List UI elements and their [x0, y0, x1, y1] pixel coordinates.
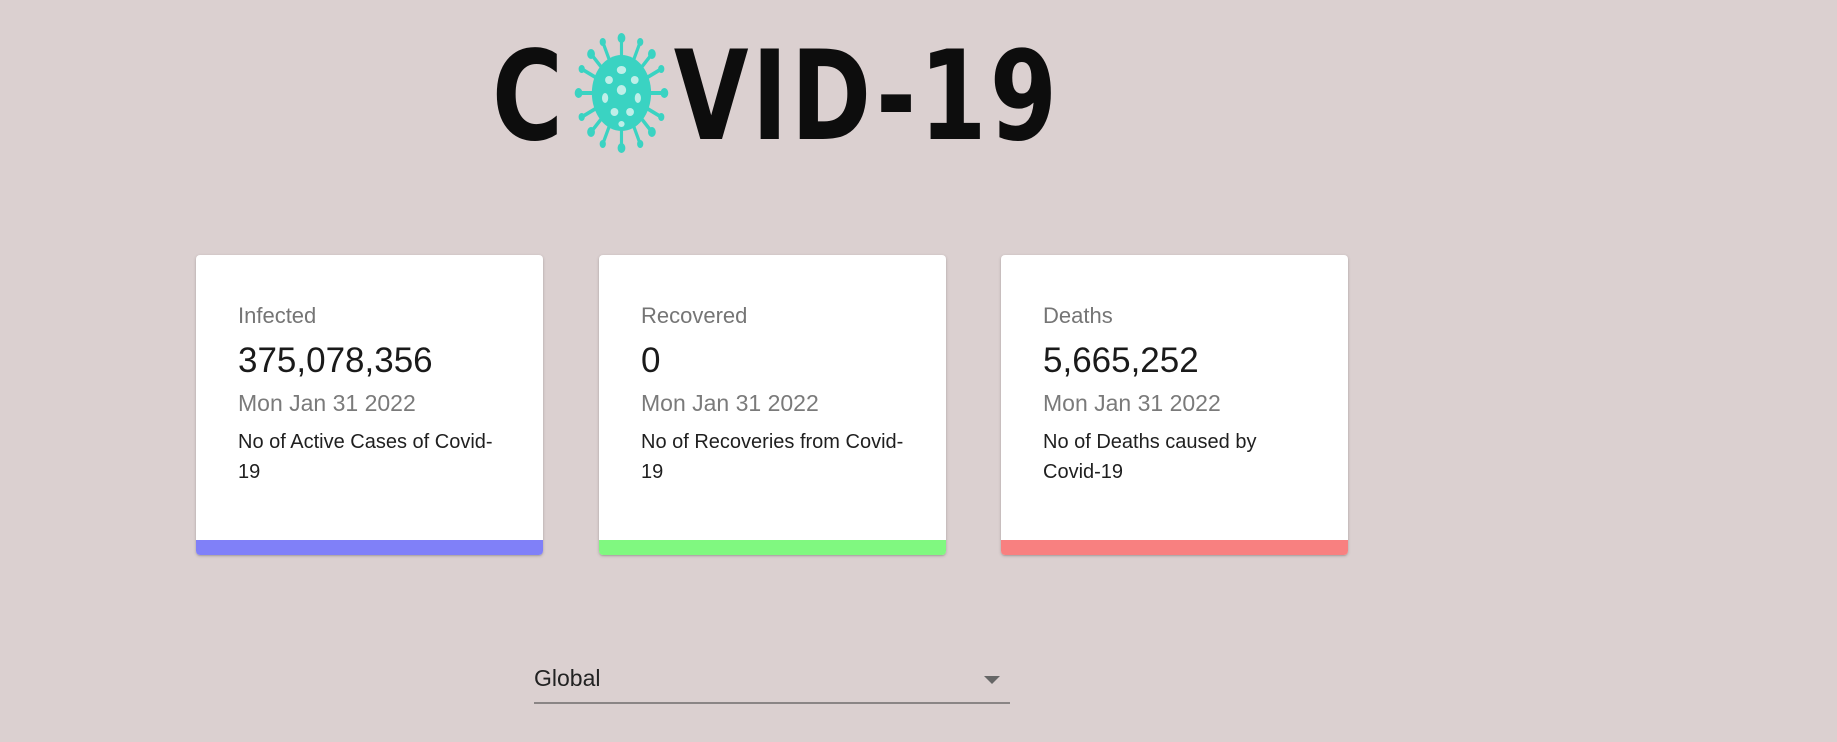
deaths-card: Deaths 5,665,252 Mon Jan 31 2022 No of D…	[1001, 255, 1348, 555]
recovered-title: Recovered	[641, 303, 748, 328]
country-select[interactable]: Global	[534, 656, 1010, 704]
recovered-card: Recovered 0 Mon Jan 31 2022 No of Recove…	[599, 255, 946, 555]
infected-description: No of Active Cases of Covid-19	[238, 431, 493, 484]
country-select-value: Global	[534, 665, 601, 691]
recovered-value: 0	[641, 341, 661, 381]
logo-wordmark: C VID-19	[492, 27, 1060, 159]
infected-value: 375,078,356	[238, 341, 433, 381]
infected-date: Mon Jan 31 2022	[238, 389, 416, 416]
recovered-accent-bar	[599, 540, 946, 555]
deaths-accent-bar	[1001, 540, 1348, 555]
deaths-date: Mon Jan 31 2022	[1043, 389, 1221, 416]
virus-icon	[574, 32, 669, 153]
recovered-date: Mon Jan 31 2022	[641, 389, 819, 416]
covid-19-logo: C VID-19	[492, 28, 1057, 159]
deaths-value: 5,665,252	[1043, 341, 1199, 381]
infected-card: Infected 375,078,356 Mon Jan 31 2022 No …	[196, 255, 543, 555]
recovered-description: No of Recoveries from Covid-19	[641, 431, 904, 484]
logo-text-vid-19: VID-19	[673, 24, 1061, 169]
deaths-title: Deaths	[1043, 303, 1113, 328]
deaths-description: No of Deaths caused by Covid-19	[1043, 431, 1257, 484]
infected-title: Infected	[238, 303, 317, 328]
dropdown-arrow-icon[interactable]	[984, 676, 1000, 684]
logo-text-c: C	[492, 24, 567, 169]
infected-accent-bar	[196, 540, 543, 555]
